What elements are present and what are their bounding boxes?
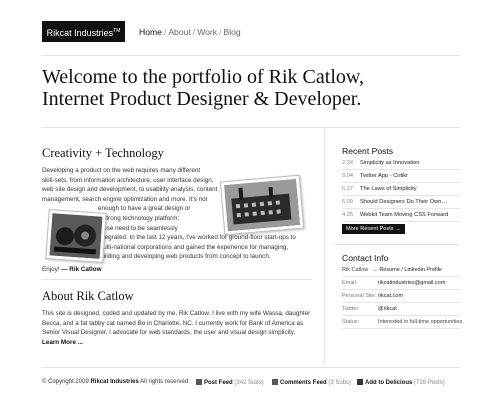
post-date: 6.27 <box>342 186 354 192</box>
creativity-signoff: Enjoy! — Rik Catlow <box>42 265 322 275</box>
delicious-label: Add to Delicious <box>365 380 413 386</box>
nav-separator: / <box>163 27 167 37</box>
contact-twitter-row: Twitter: @rikcat <box>342 303 460 316</box>
machinery-illustration <box>49 213 103 259</box>
contact-label: Personal Site: <box>342 293 377 299</box>
contact-list: Rik Catlow → Resume / Linkedin Profile Em… <box>342 264 463 329</box>
comments-feed-link[interactable]: Comments Feed (3 Subs) <box>272 379 351 386</box>
headline-line-1: Welcome to the portfolio of Rik Catlow, <box>42 66 365 88</box>
delicious-link[interactable]: Add to Delicious (728 Posts) <box>357 379 445 386</box>
post-title: Simplicity as Innovation <box>360 160 420 166</box>
email-link[interactable]: rikcatindustries@gmail.com <box>378 280 445 286</box>
signature-text: — Rik Catlow <box>61 265 102 273</box>
contact-name-row: Rik Catlow → Resume / Linkedin Profile <box>342 264 460 277</box>
more-recent-posts-button[interactable]: More Recent Posts → <box>342 224 405 234</box>
headline-divider <box>42 127 460 128</box>
post-date: 2.24 <box>342 160 354 166</box>
comments-feed-count: (3 Subs) <box>328 380 352 386</box>
recent-posts-list: 2.24 Simplicity as Innovation 9.04 Twitter… <box>342 157 460 222</box>
section-divider <box>42 279 312 280</box>
nav-home[interactable]: Home <box>139 27 162 37</box>
about-line: Becca, and a fat tabby cat named Bo in C… <box>42 319 304 327</box>
comments-feed-label: Comments Feed <box>280 380 327 386</box>
footer-company: Rikcat Industries <box>90 379 139 385</box>
delicious-count: (728 Posts) <box>414 380 445 386</box>
column-divider <box>324 127 325 365</box>
post-feed-count: (342 Subs) <box>234 380 264 386</box>
copyright-text: © Copyright 2009 <box>42 379 89 385</box>
about-line: Senior Visual Designer. I advocate for w… <box>42 329 296 337</box>
headline-line-2: Internet Product Designer & Developer. <box>42 88 362 110</box>
header-divider <box>42 55 460 56</box>
about-title: About Rik Catlow <box>42 289 134 303</box>
post-title: Twitter App - Critikr <box>360 173 409 179</box>
recent-post-item[interactable]: 9.04 Twitter App - Critikr <box>342 170 460 183</box>
post-feed-label: Post Feed <box>204 380 233 386</box>
post-feed-link[interactable]: Post Feed (342 Subs) <box>196 379 264 386</box>
post-date: 9.04 <box>342 173 354 179</box>
page-headline: Welcome to the portfolio of Rik Catlow, … <box>42 66 462 110</box>
delicious-icon <box>357 379 363 385</box>
main-nav: Home / About / Work / Blog <box>139 27 241 37</box>
trademark-mark: TM <box>113 28 121 34</box>
nav-about[interactable]: About <box>168 27 190 37</box>
status-value: Interested in full-time opportunities <box>378 319 463 325</box>
nav-separator: / <box>219 27 222 37</box>
about-text: This site is designed, coded and updated… <box>42 309 322 347</box>
post-date: 4.25 <box>342 212 354 218</box>
personal-site-link[interactable]: rikcat.com <box>378 293 403 299</box>
footer-divider <box>42 367 460 368</box>
site-logo[interactable]: Rikcat IndustriesTM <box>42 21 125 42</box>
contact-site-row: Personal Site: rikcat.com <box>342 290 460 303</box>
recent-post-item[interactable]: 4.25 Webkit Team Moving CSS Forward <box>342 209 460 222</box>
rss-icon <box>272 379 278 385</box>
post-title: Should Designers Do Their Own… <box>360 199 448 205</box>
recent-post-item[interactable]: 6.27 The Laws of Simplicity <box>342 183 460 196</box>
rss-icon <box>196 379 202 385</box>
machinery-photo <box>45 209 107 263</box>
twitter-link[interactable]: @rikcat <box>378 306 397 312</box>
contact-name: Rik Catlow <box>342 267 369 273</box>
contact-email-row: Email: rikcatindustries@gmail.com <box>342 277 460 290</box>
machinery-photo-image <box>49 213 103 259</box>
post-date: 6.09 <box>342 199 354 205</box>
recent-post-item[interactable]: 6.09 Should Designers Do Their Own… <box>342 196 460 209</box>
enjoy-text: Enjoy! <box>42 265 60 273</box>
logo-text: Rikcat Industries <box>46 28 114 38</box>
contact-info-title: Contact Info <box>342 253 389 263</box>
factory-photo-image <box>224 178 300 232</box>
contact-label: Twitter: <box>342 306 360 312</box>
factory-photo <box>219 174 305 236</box>
nav-separator: / <box>192 27 196 37</box>
contact-label: Email: <box>342 280 358 286</box>
sidebar-divider <box>334 244 460 245</box>
recent-posts-title: Recent Posts <box>342 146 394 156</box>
creativity-title: Creativity + Technology <box>42 146 164 160</box>
recent-post-item[interactable]: 2.24 Simplicity as Innovation <box>342 157 460 170</box>
rights-text: All rights reserved <box>140 379 189 385</box>
post-title: The Laws of Simplicity <box>360 186 417 192</box>
contact-status-row: Status: Interested in full-time opportuni… <box>342 316 463 329</box>
creativity-line: Developing a product on the web requires… <box>42 167 201 174</box>
resume-linkedin-link[interactable]: → Resume / Linkedin Profile <box>372 267 442 273</box>
factory-illustration <box>224 178 300 232</box>
about-line: This site is designed, coded and updated… <box>42 310 311 317</box>
learn-more-link[interactable]: Learn More ... <box>42 339 83 346</box>
post-title: Webkit Team Moving CSS Forward <box>360 212 449 218</box>
nav-work[interactable]: Work <box>197 27 217 37</box>
nav-blog[interactable]: Blog <box>223 27 240 37</box>
contact-label: Status: <box>342 319 360 325</box>
footer-copyright: © Copyright 2009 Rikcat Industries All r… <box>42 379 188 385</box>
